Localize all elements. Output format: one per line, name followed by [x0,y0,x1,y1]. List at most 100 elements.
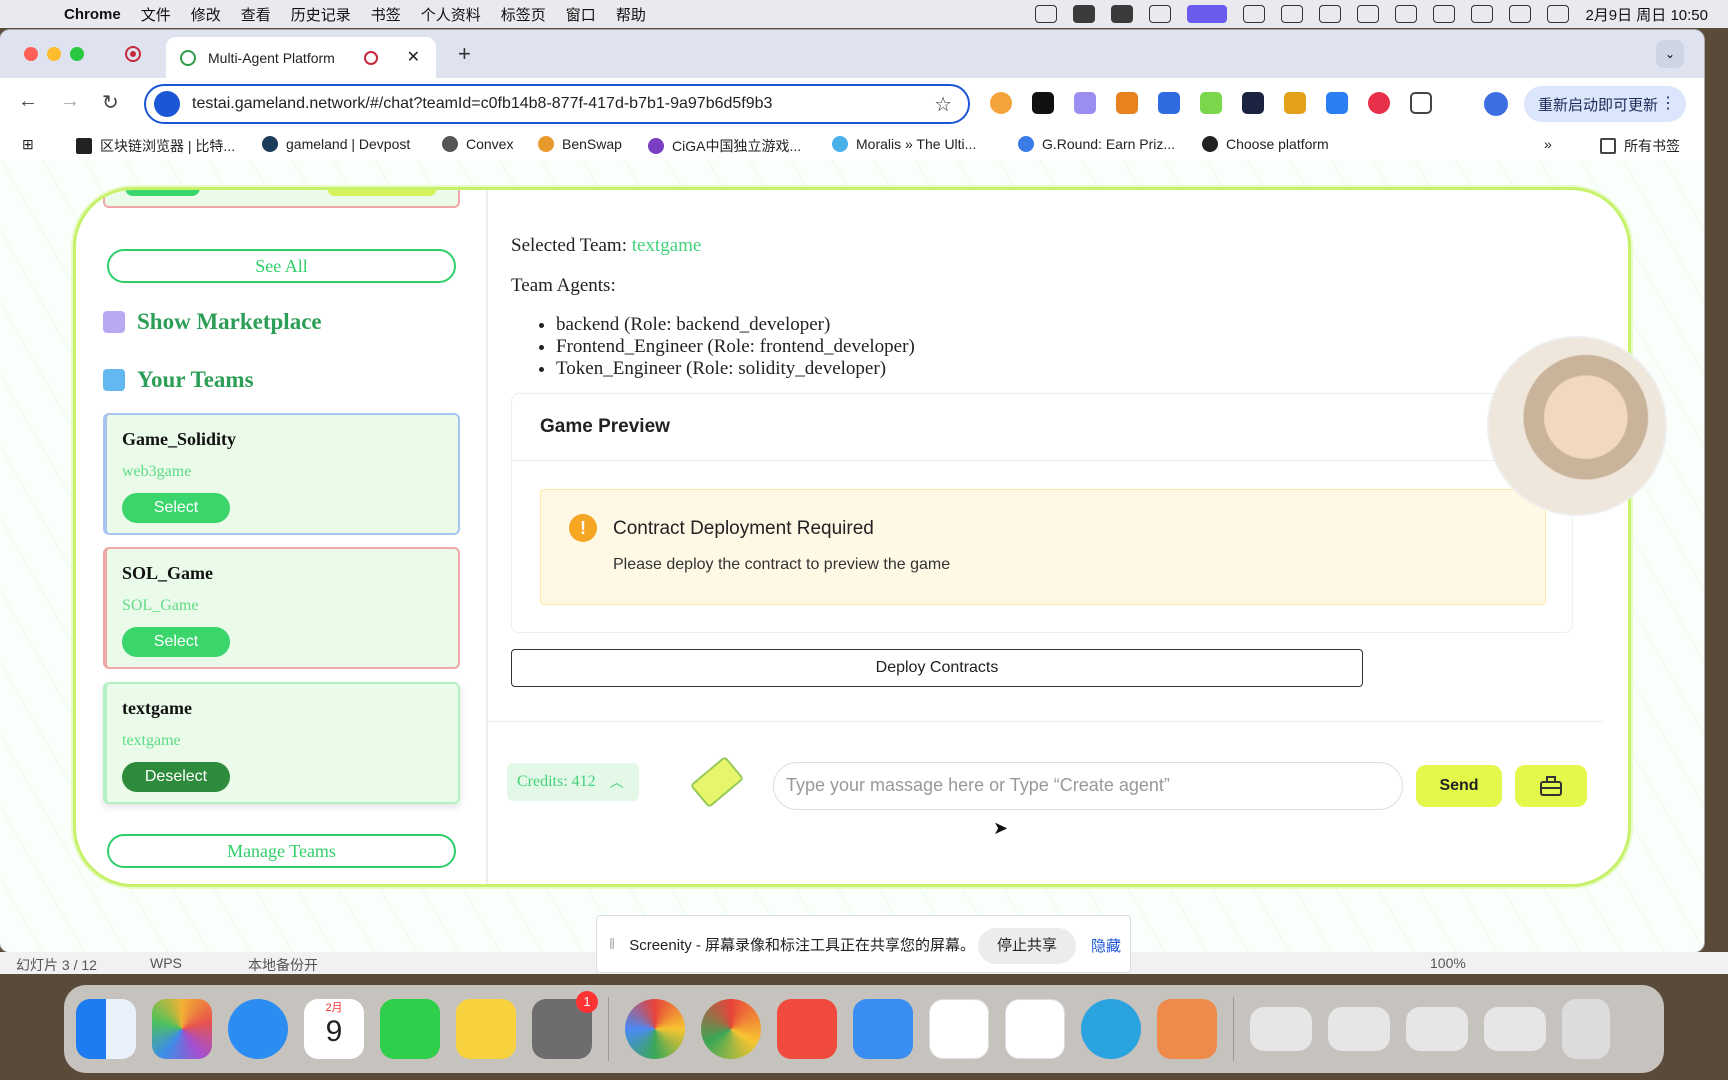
network-icon[interactable] [1281,5,1304,23]
input-method-icon[interactable] [1319,5,1342,23]
slides-app-icon[interactable] [777,999,837,1059]
menu-file[interactable]: 文件 [141,4,171,25]
forward-button[interactable]: → [60,90,80,113]
bookmarks-overflow-icon[interactable]: » [1544,136,1552,152]
bookmark-choose-platform[interactable]: Choose platform [1202,136,1329,152]
new-tab-button[interactable]: + [458,41,471,67]
menu-help[interactable]: 帮助 [616,4,646,25]
window-thumbnail[interactable] [1328,1007,1390,1051]
wechat-icon[interactable] [380,999,440,1059]
deselect-team-button[interactable]: Deselect [122,762,230,792]
url-text[interactable]: testai.gameland.network/#/chat?teamId=c0… [192,95,772,113]
safari-icon[interactable] [228,999,288,1059]
chevron-up-icon[interactable]: ︿ [610,772,624,792]
menu-profile[interactable]: 个人资料 [421,4,481,25]
menu-app-name[interactable]: Chrome [64,6,121,23]
webcam-overlay[interactable] [1487,336,1667,516]
close-window-button[interactable] [24,47,38,61]
calendar-icon[interactable]: 2月 9 [304,999,364,1059]
extension-shield-icon[interactable] [1158,92,1180,114]
bookmark-benswap[interactable]: BenSwap [538,136,622,152]
metamask-icon[interactable] [1116,92,1138,114]
openai-icon[interactable] [1149,5,1172,23]
bookmark-gameland-devpost[interactable]: gameland | Devpost [262,136,410,152]
trash-icon[interactable] [1562,999,1610,1059]
wechat-status-icon[interactable] [1111,5,1134,23]
bookmark-ground[interactable]: G.Round: Earn Priz... [1018,136,1175,152]
microphone-icon[interactable] [1035,5,1058,23]
send-button[interactable]: Send [1416,765,1502,807]
tab-search-button[interactable]: ⌄ [1656,40,1684,68]
deploy-contracts-button[interactable]: Deploy Contracts [511,649,1363,687]
screen-share-icon[interactable] [1187,5,1228,23]
scrolled-select-button[interactable] [125,190,200,196]
bluetooth-icon[interactable] [1357,5,1380,23]
bookmark-star-icon[interactable]: ☆ [934,92,952,117]
team-card-game-solidity[interactable]: Game_Solidity web3game Select [103,413,460,535]
extension-p-icon[interactable] [990,92,1012,114]
all-bookmarks-folder[interactable]: 所有书签 [1600,136,1680,156]
chrome-dev-icon[interactable] [625,999,685,1059]
bookmark-moralis[interactable]: Moralis » The Ulti... [832,136,976,152]
cloud-icon[interactable] [1243,5,1266,23]
window-thumbnail[interactable] [1484,1007,1546,1051]
menu-clock[interactable]: 2月9日 周日 10:50 [1585,4,1708,25]
bookmark-blockchain-explorer[interactable]: 区块链浏览器 | 比特... [76,136,235,156]
scrolled-action-button[interactable] [327,190,437,196]
select-team-button[interactable]: Select [122,493,230,523]
your-teams-heading[interactable]: Your Teams [103,367,254,393]
profile-avatar[interactable] [1484,92,1508,116]
ticket-icon[interactable] [689,755,745,809]
address-bar[interactable]: testai.gameland.network/#/chat?teamId=c0… [144,84,970,124]
extension-dice-icon[interactable] [1032,92,1054,114]
menu-history[interactable]: 历史记录 [291,4,351,25]
photos-icon[interactable] [152,999,212,1059]
wps-office-icon[interactable] [929,999,989,1059]
site-info-icon[interactable] [154,91,180,117]
recording-icon[interactable] [125,46,141,62]
menu-tab[interactable]: 标签页 [501,4,546,25]
battery-icon[interactable] [1395,5,1418,23]
extension-chart-icon[interactable] [1200,92,1222,114]
bookmark-ciga[interactable]: CiGA中国独立游戏... [648,136,801,156]
zoom-level[interactable]: 100% [1430,955,1466,971]
extensions-puzzle-icon[interactable] [1410,92,1432,114]
wps-icon[interactable] [1073,5,1096,23]
extension-record-icon[interactable] [1368,92,1390,114]
show-marketplace-link[interactable]: Show Marketplace [103,309,322,335]
see-all-button[interactable]: See All [107,249,456,283]
system-settings-icon[interactable]: 1 [532,991,598,1059]
back-button[interactable]: ← [18,90,38,113]
screenity-icon[interactable] [1157,999,1217,1059]
tab-multi-agent-platform[interactable]: Multi-Agent Platform ✕ [166,37,436,78]
menu-edit[interactable]: 修改 [191,4,221,25]
select-team-button[interactable]: Select [122,627,230,657]
extension-cloud-icon[interactable] [1074,92,1096,114]
credits-badge[interactable]: Credits: 412 ︿ [507,763,639,801]
chatgpt-icon[interactable] [1005,999,1065,1059]
wps-label[interactable]: WPS [150,955,182,971]
team-card-sol-game[interactable]: SOL_Game SOL_Game Select [103,547,460,669]
menu-bookmarks[interactable]: 书签 [371,4,401,25]
chrome-icon[interactable] [701,999,761,1059]
window-thumbnail[interactable] [1406,1007,1468,1051]
team-card-textgame[interactable]: textgame textgame Deselect [103,682,460,804]
window-thumbnail[interactable] [1250,1007,1312,1051]
drag-handle-icon[interactable]: ‖ [609,936,615,953]
apps-grid-icon[interactable]: ⊞ [22,136,34,153]
stop-sharing-button[interactable]: 停止共享 [978,928,1076,964]
extension-s-icon[interactable] [1284,92,1306,114]
more-menu-icon[interactable]: ⋮ [1660,93,1676,113]
wifi-icon[interactable] [1433,5,1456,23]
telegram-icon[interactable] [1081,999,1141,1059]
zoom-window-button[interactable] [70,47,84,61]
spotlight-icon[interactable] [1471,5,1494,23]
relaunch-update-button[interactable]: 重新启动即可更新 ⋮ [1524,86,1686,122]
agent-builder-button[interactable] [1515,765,1587,807]
backup-status[interactable]: 本地备份开 [248,955,318,975]
extension-globe-icon[interactable] [1242,92,1264,114]
message-input[interactable]: Type your massage here or Type “Create a… [773,762,1403,810]
menu-window[interactable]: 窗口 [566,4,596,25]
reload-button[interactable]: ↻ [102,90,119,115]
menu-view[interactable]: 查看 [241,4,271,25]
